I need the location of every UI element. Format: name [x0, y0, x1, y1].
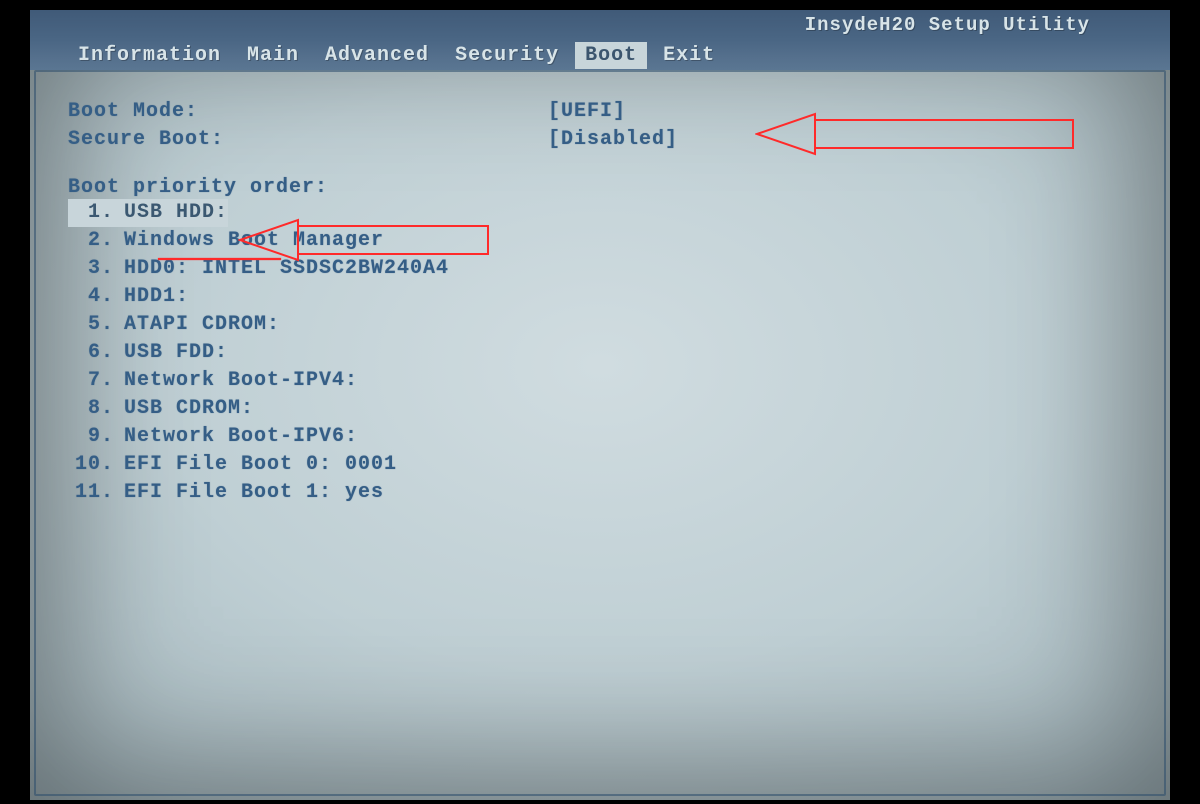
menu-main[interactable]: Main	[237, 42, 309, 69]
boot-item-num: 9.	[68, 423, 118, 451]
boot-item-num: 11.	[68, 479, 118, 507]
boot-item-num: 8.	[68, 395, 118, 423]
boot-item-text: Windows Boot Manager	[118, 227, 384, 255]
boot-item-2[interactable]: 2. Windows Boot Manager	[68, 227, 1140, 255]
bios-title-bar: InsydeH20 Setup Utility	[30, 10, 1170, 40]
bios-screen: InsydeH20 Setup Utility Information Main…	[30, 10, 1170, 800]
menu-exit[interactable]: Exit	[653, 42, 725, 69]
boot-item-num: 2.	[68, 227, 118, 255]
menu-information[interactable]: Information	[68, 42, 231, 69]
boot-item-11[interactable]: 11. EFI File Boot 1: yes	[68, 479, 1140, 507]
menu-security[interactable]: Security	[445, 42, 569, 69]
boot-item-num: 5.	[68, 311, 118, 339]
boot-item-num: 3.	[68, 255, 118, 283]
boot-item-text: ATAPI CDROM:	[118, 311, 280, 339]
secure-boot-label: Secure Boot:	[68, 126, 548, 154]
boot-order-heading: Boot priority order:	[68, 176, 1140, 199]
boot-mode-label: Boot Mode:	[68, 98, 548, 126]
boot-mode-value[interactable]: [UEFI]	[548, 98, 626, 126]
secure-boot-value[interactable]: [Disabled]	[548, 126, 678, 154]
menu-boot[interactable]: Boot	[575, 42, 647, 69]
boot-item-text: USB CDROM:	[118, 395, 254, 423]
boot-item-1[interactable]: 1. USB HDD:	[68, 199, 1140, 227]
menu-bar: Information Main Advanced Security Boot …	[30, 40, 1170, 70]
boot-item-num: 1.	[68, 199, 118, 227]
boot-item-6[interactable]: 6. USB FDD:	[68, 339, 1140, 367]
boot-item-text: Network Boot-IPV4:	[118, 367, 358, 395]
boot-item-text: USB FDD:	[118, 339, 228, 367]
boot-item-num: 10.	[68, 451, 118, 479]
boot-item-text: EFI File Boot 1: yes	[118, 479, 384, 507]
boot-item-text: EFI File Boot 0: 0001	[118, 451, 397, 479]
boot-item-10[interactable]: 10. EFI File Boot 0: 0001	[68, 451, 1140, 479]
boot-item-8[interactable]: 8. USB CDROM:	[68, 395, 1140, 423]
setting-secure-boot[interactable]: Secure Boot: [Disabled]	[68, 126, 1140, 154]
content-body: Boot Mode: [UEFI] Secure Boot: [Disabled…	[68, 98, 1140, 780]
boot-item-4[interactable]: 4. HDD1:	[68, 283, 1140, 311]
boot-item-num: 4.	[68, 283, 118, 311]
boot-item-text: USB HDD:	[118, 199, 228, 227]
setting-boot-mode[interactable]: Boot Mode: [UEFI]	[68, 98, 1140, 126]
bios-title: InsydeH20 Setup Utility	[805, 14, 1090, 36]
boot-item-text: Network Boot-IPV6:	[118, 423, 358, 451]
boot-item-num: 7.	[68, 367, 118, 395]
boot-item-7[interactable]: 7. Network Boot-IPV4:	[68, 367, 1140, 395]
boot-item-5[interactable]: 5. ATAPI CDROM:	[68, 311, 1140, 339]
annotation-underline-usb-hdd	[158, 258, 281, 260]
boot-item-text: HDD1:	[118, 283, 189, 311]
menu-advanced[interactable]: Advanced	[315, 42, 439, 69]
boot-item-9[interactable]: 9. Network Boot-IPV6:	[68, 423, 1140, 451]
boot-item-num: 6.	[68, 339, 118, 367]
